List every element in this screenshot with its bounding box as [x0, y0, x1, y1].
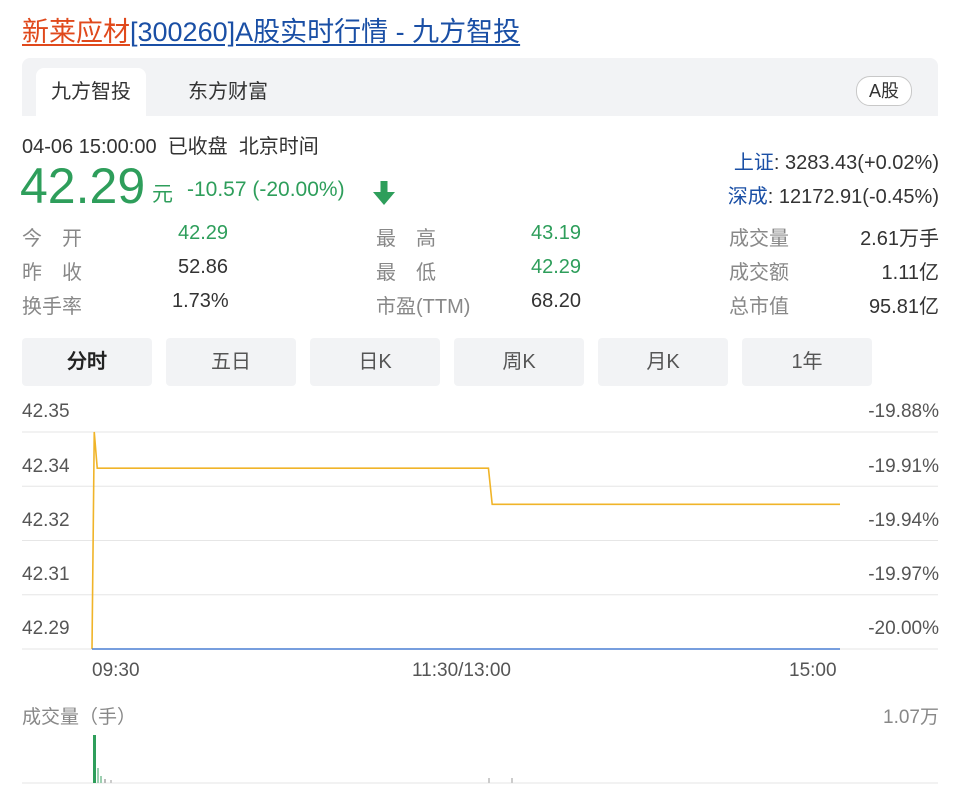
volume-bar — [100, 776, 102, 783]
volume-bar — [110, 780, 112, 783]
volume-bar — [93, 735, 96, 783]
volume-bar — [104, 779, 106, 783]
volume-max-label: 1.07万 — [883, 707, 939, 728]
volume-bar — [97, 768, 99, 783]
volume-bar — [511, 778, 513, 783]
volume-label: 成交量（手） — [22, 707, 137, 728]
intraday-chart[interactable] — [0, 0, 977, 800]
volume-bar — [488, 778, 490, 783]
